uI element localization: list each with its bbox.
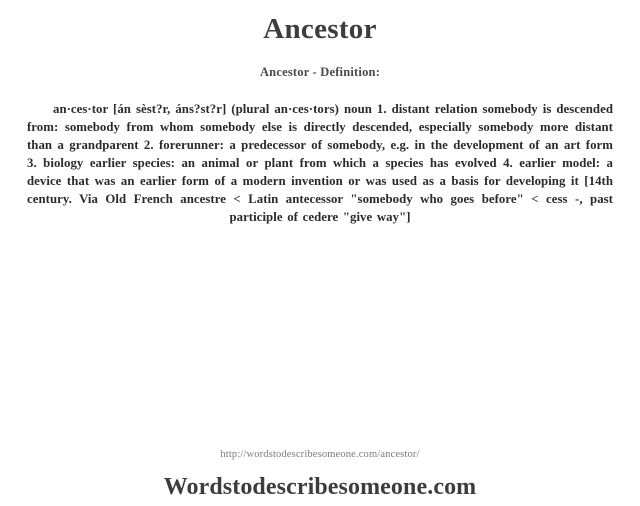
source-url[interactable]: http://wordstodescribesomeone.com/ancest… <box>0 449 640 474</box>
page-footer: http://wordstodescribesomeone.com/ancest… <box>0 449 640 506</box>
definition-subtitle: Ancestor - Definition: <box>259 64 381 79</box>
dictionary-page: Ancestor Ancestor - Definition: an·ces·t… <box>0 0 640 506</box>
site-brand: Wordstodescribesomeone.com <box>163 473 477 500</box>
page-title: Ancestor <box>263 13 377 45</box>
definition-text: an·ces·tor [án sèst?r, áns?st?r] (plural… <box>27 101 613 224</box>
